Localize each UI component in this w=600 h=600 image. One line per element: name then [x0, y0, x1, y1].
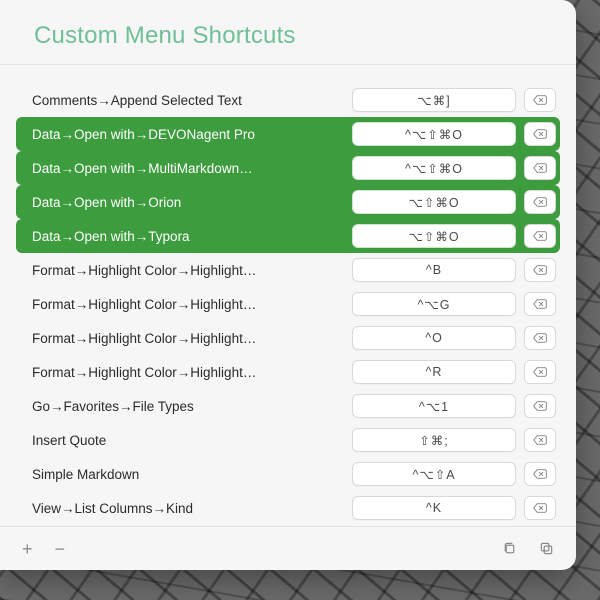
menu-path: Comments→Append Selected Text	[32, 93, 352, 108]
shortcut-row[interactable]: Format→Highlight Color→Highlight…^O	[16, 321, 560, 355]
shortcut-row[interactable]: Data→Open with→MultiMarkdown…^⌥⇧⌘O	[16, 151, 560, 185]
delete-icon[interactable]	[524, 292, 556, 316]
window-header: Custom Menu Shortcuts	[0, 0, 576, 64]
shortcut-row[interactable]: Data→Open with→Orion⌥⇧⌘O	[16, 185, 560, 219]
page-title: Custom Menu Shortcuts	[34, 22, 576, 50]
remove-button[interactable]: −	[51, 536, 70, 562]
menu-path: Simple Markdown	[32, 467, 352, 482]
menu-path: View→List Columns→Kind	[32, 501, 352, 516]
menu-path: Data→Open with→DEVONagent Pro	[32, 127, 352, 142]
footer-toolbar: + −	[0, 526, 576, 570]
shortcut-row[interactable]: Data→Open with→Typora⌥⇧⌘O	[16, 219, 560, 253]
shortcut-field[interactable]: ^⌥⇧⌘O	[352, 122, 516, 146]
delete-icon[interactable]	[524, 258, 556, 282]
menu-path: Data→Open with→MultiMarkdown…	[32, 161, 352, 176]
shortcut-row[interactable]: Simple Markdown^⌥⇧A	[16, 457, 560, 491]
delete-icon[interactable]	[524, 190, 556, 214]
shortcut-field[interactable]: ⌥⇧⌘O	[352, 190, 516, 214]
shortcut-field[interactable]: ^⌥1	[352, 394, 516, 418]
delete-icon[interactable]	[524, 88, 556, 112]
menu-path: Data→Open with→Orion	[32, 195, 352, 210]
shortcut-field[interactable]: ^R	[352, 360, 516, 384]
shortcut-row[interactable]: Go→Favorites→File Types^⌥1	[16, 389, 560, 423]
delete-icon[interactable]	[524, 224, 556, 248]
delete-icon[interactable]	[524, 156, 556, 180]
delete-icon[interactable]	[524, 428, 556, 452]
shortcut-field[interactable]: ^O	[352, 326, 516, 350]
menu-path: Data→Open with→Typora	[32, 229, 352, 244]
preferences-window: Custom Menu Shortcuts Comments→Append Se…	[0, 0, 576, 570]
shortcut-row[interactable]: Comments→Append Selected Text⌥⌘]	[16, 83, 560, 117]
shortcut-row[interactable]: Format→Highlight Color→Highlight…^B	[16, 253, 560, 287]
delete-icon[interactable]	[524, 496, 556, 520]
add-button[interactable]: +	[18, 536, 37, 562]
shortcut-row[interactable]: View→List Columns→Kind^K	[16, 491, 560, 525]
shortcut-field[interactable]: ^⌥⇧A	[352, 462, 516, 486]
shortcut-field[interactable]: ⌥⇧⌘O	[352, 224, 516, 248]
menu-path: Format→Highlight Color→Highlight…	[32, 331, 352, 346]
delete-icon[interactable]	[524, 462, 556, 486]
shortcut-row[interactable]: Format→Highlight Color→Highlight…^R	[16, 355, 560, 389]
menu-path: Insert Quote	[32, 433, 352, 448]
shortcut-row[interactable]: Format→Highlight Color→Highlight…^⌥G	[16, 287, 560, 321]
menu-path: Format→Highlight Color→Highlight…	[32, 365, 352, 380]
shortcut-field[interactable]: ^B	[352, 258, 516, 282]
duplicate-button[interactable]	[535, 537, 558, 560]
delete-icon[interactable]	[524, 122, 556, 146]
delete-icon[interactable]	[524, 360, 556, 384]
shortcut-row[interactable]: Data→Open with→DEVONagent Pro^⌥⇧⌘O	[16, 117, 560, 151]
shortcut-list: Comments→Append Selected Text⌥⌘]Data→Ope…	[0, 65, 576, 526]
menu-path: Go→Favorites→File Types	[32, 399, 352, 414]
copy-button[interactable]	[498, 537, 521, 560]
shortcut-field[interactable]: ⇧⌘;	[352, 428, 516, 452]
shortcut-row[interactable]: Insert Quote⇧⌘;	[16, 423, 560, 457]
delete-icon[interactable]	[524, 326, 556, 350]
menu-path: Format→Highlight Color→Highlight…	[32, 297, 352, 312]
shortcut-field[interactable]: ⌥⌘]	[352, 88, 516, 112]
shortcut-field[interactable]: ^K	[352, 496, 516, 520]
delete-icon[interactable]	[524, 394, 556, 418]
menu-path: Format→Highlight Color→Highlight…	[32, 263, 352, 278]
shortcut-field[interactable]: ^⌥⇧⌘O	[352, 156, 516, 180]
shortcut-field[interactable]: ^⌥G	[352, 292, 516, 316]
